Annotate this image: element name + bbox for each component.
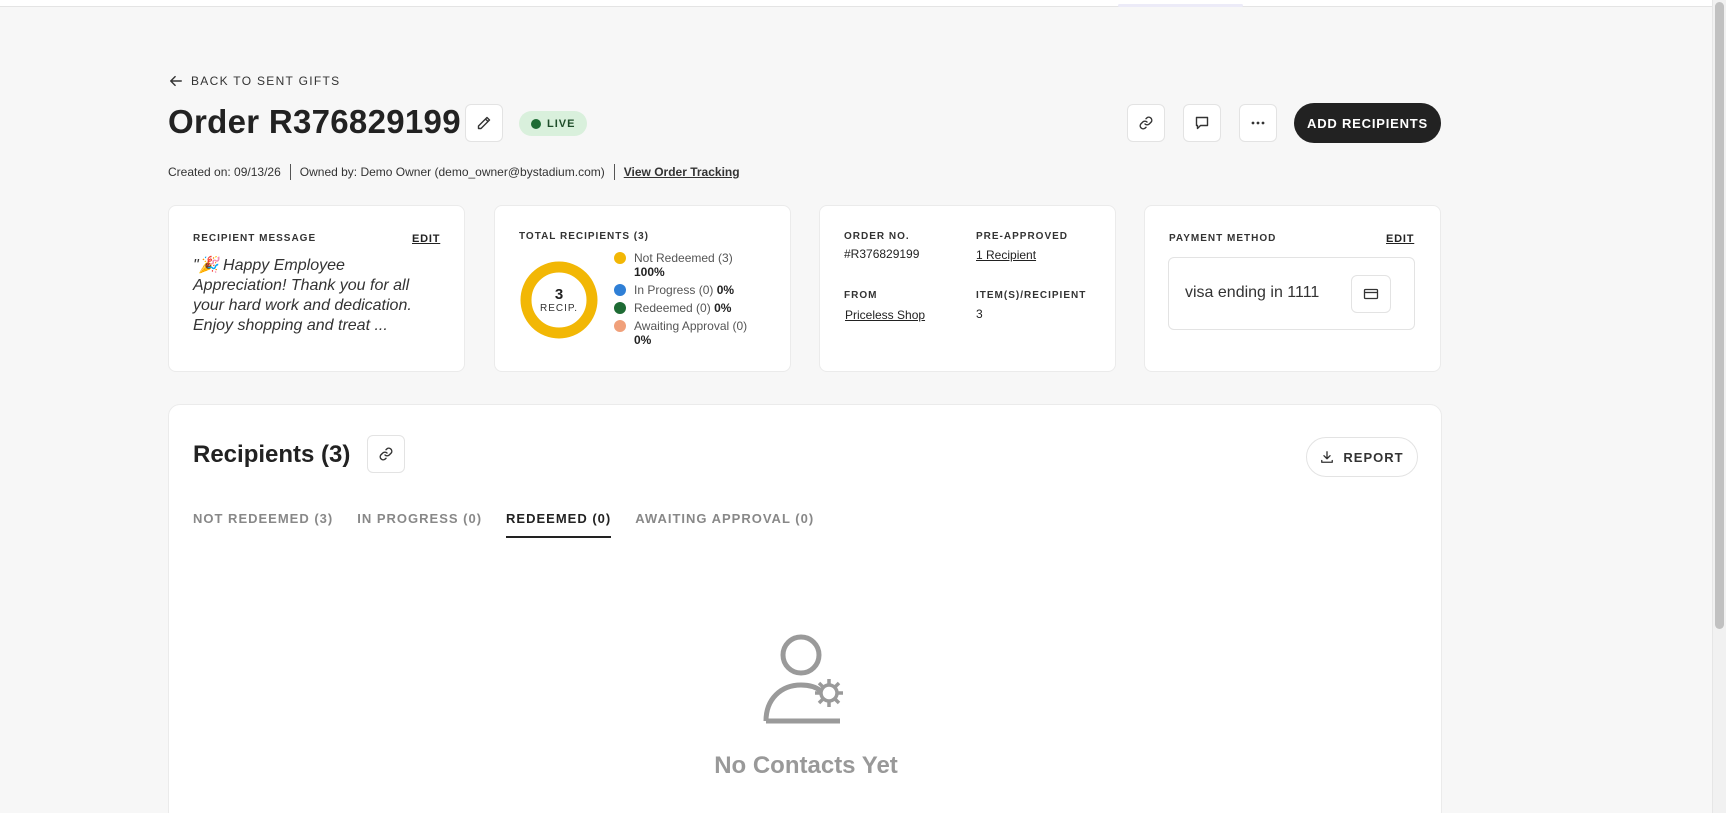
copy-recipients-link-button[interactable] bbox=[367, 435, 405, 473]
legend-item-awaiting-approval: Awaiting Approval (0) 0% bbox=[614, 319, 774, 347]
edit-title-button[interactable] bbox=[465, 104, 503, 142]
legend-item-in-progress: In Progress (0) 0% bbox=[614, 283, 774, 297]
scrollbar[interactable] bbox=[1712, 0, 1726, 813]
comment-icon bbox=[1195, 116, 1209, 130]
recipient-message-label: RECIPIENT MESSAGE bbox=[193, 233, 317, 244]
link-icon bbox=[1139, 116, 1153, 130]
divider bbox=[613, 164, 615, 180]
legend-swatch bbox=[614, 284, 626, 296]
total-recipients-card: TOTAL RECIPIENTS (3) 3 RECIP. Not Redeem… bbox=[494, 205, 791, 372]
order-no-label: ORDER NO. bbox=[844, 231, 910, 242]
edit-payment-button[interactable]: EDIT bbox=[1386, 233, 1414, 245]
recipient-message-card: RECIPIENT MESSAGE EDIT "🎉 Happy Employee… bbox=[168, 205, 465, 372]
status-label: LIVE bbox=[547, 117, 576, 130]
order-info-card: ORDER NO. #R376829199 PRE-APPROVED 1 Rec… bbox=[819, 205, 1116, 372]
donut-center: 3 RECIP. bbox=[518, 259, 600, 341]
recipients-donut-chart: 3 RECIP. bbox=[518, 259, 600, 341]
items-per-recipient-label: ITEM(S)/RECIPIENT bbox=[976, 290, 1087, 301]
tab-in-progress[interactable]: IN PROGRESS (0) bbox=[357, 511, 482, 538]
credit-card-icon bbox=[1363, 288, 1379, 300]
status-badge: LIVE bbox=[519, 111, 588, 136]
report-label: REPORT bbox=[1343, 449, 1404, 465]
legend-item-redeemed: Redeemed (0) 0% bbox=[614, 301, 774, 315]
back-to-sent-gifts-link[interactable]: BACK TO SENT GIFTS bbox=[169, 74, 340, 88]
tab-redeemed[interactable]: REDEEMED (0) bbox=[506, 511, 612, 538]
user-settings-icon bbox=[763, 634, 843, 724]
legend-swatch bbox=[614, 302, 626, 314]
arrow-left-icon bbox=[170, 75, 182, 87]
order-no-value: #R376829199 bbox=[844, 247, 920, 261]
edit-message-button[interactable]: EDIT bbox=[412, 233, 440, 245]
legend-pct: 0% bbox=[714, 301, 732, 315]
created-on: Created on: 09/13/26 bbox=[168, 165, 281, 179]
payment-method-card: PAYMENT METHOD EDIT visa ending in 1111 bbox=[1144, 205, 1441, 372]
payment-method-value: visa ending in 1111 bbox=[1185, 284, 1320, 301]
recipients-title: Recipients (3) bbox=[193, 441, 351, 468]
order-tracking-link[interactable]: View Order Tracking bbox=[624, 165, 740, 179]
legend-swatch bbox=[614, 252, 626, 264]
recipient-tabs: NOT REDEEMED (3) IN PROGRESS (0) REDEEME… bbox=[193, 511, 814, 538]
page-title: Order R376829199 bbox=[168, 103, 461, 140]
report-button[interactable]: REPORT bbox=[1306, 437, 1418, 477]
copy-link-button[interactable] bbox=[1127, 104, 1165, 142]
recipients-panel: Recipients (3) REPORT NOT REDEEMED (3) I… bbox=[168, 404, 1442, 813]
top-indicator bbox=[1118, 4, 1243, 7]
from-label: FROM bbox=[844, 290, 878, 301]
donut-legend: Not Redeemed (3) 100% In Progress (0) 0%… bbox=[614, 251, 774, 351]
pre-approved-link[interactable]: 1 Recipient bbox=[976, 248, 1036, 262]
legend-label: Redeemed (0) bbox=[634, 301, 711, 315]
legend-item-not-redeemed: Not Redeemed (3) 100% bbox=[614, 251, 774, 279]
status-dot bbox=[531, 118, 541, 129]
add-recipients-button[interactable]: ADD RECIPIENTS bbox=[1294, 103, 1441, 143]
owned-by: Owned by: Demo Owner (demo_owner@bystadi… bbox=[299, 165, 605, 179]
legend-pct: 0% bbox=[716, 283, 735, 297]
legend-label: In Progress (0) bbox=[634, 283, 714, 297]
donut-unit: RECIP. bbox=[539, 302, 579, 314]
from-link[interactable]: Priceless Shop bbox=[845, 308, 925, 322]
payment-method-label: PAYMENT METHOD bbox=[1169, 233, 1277, 244]
pencil-icon bbox=[477, 116, 491, 130]
tab-not-redeemed[interactable]: NOT REDEEMED (3) bbox=[193, 511, 333, 538]
top-bar bbox=[0, 0, 1712, 7]
more-horizontal-icon bbox=[1251, 121, 1265, 125]
credit-card-button[interactable] bbox=[1351, 275, 1391, 313]
download-icon bbox=[1321, 451, 1334, 463]
tab-awaiting-approval[interactable]: AWAITING APPROVAL (0) bbox=[635, 511, 814, 538]
back-label: BACK TO SENT GIFTS bbox=[191, 74, 341, 88]
total-recipients-label: TOTAL RECIPIENTS (3) bbox=[519, 231, 650, 242]
empty-state-text: No Contacts Yet bbox=[714, 752, 898, 779]
legend-label: Not Redeemed (3) bbox=[634, 251, 733, 265]
comment-button[interactable] bbox=[1183, 104, 1221, 142]
legend-pct: 0% bbox=[634, 333, 652, 347]
pre-approved-label: PRE-APPROVED bbox=[976, 231, 1069, 242]
donut-total: 3 bbox=[554, 285, 564, 303]
link-icon bbox=[379, 447, 393, 461]
payment-method-box[interactable]: visa ending in 1111 bbox=[1168, 257, 1415, 330]
legend-pct: 100% bbox=[634, 265, 665, 279]
scrollbar-thumb[interactable] bbox=[1715, 2, 1724, 629]
more-options-button[interactable] bbox=[1239, 104, 1277, 142]
divider bbox=[289, 164, 291, 180]
items-per-recipient-value: 3 bbox=[976, 307, 983, 321]
legend-label: Awaiting Approval (0) bbox=[634, 319, 748, 333]
legend-swatch bbox=[614, 320, 626, 332]
recipient-message-text: "🎉 Happy Employee Appreciation! Thank yo… bbox=[193, 257, 412, 334]
order-meta: Created on: 09/13/26 Owned by: Demo Owne… bbox=[168, 164, 740, 180]
